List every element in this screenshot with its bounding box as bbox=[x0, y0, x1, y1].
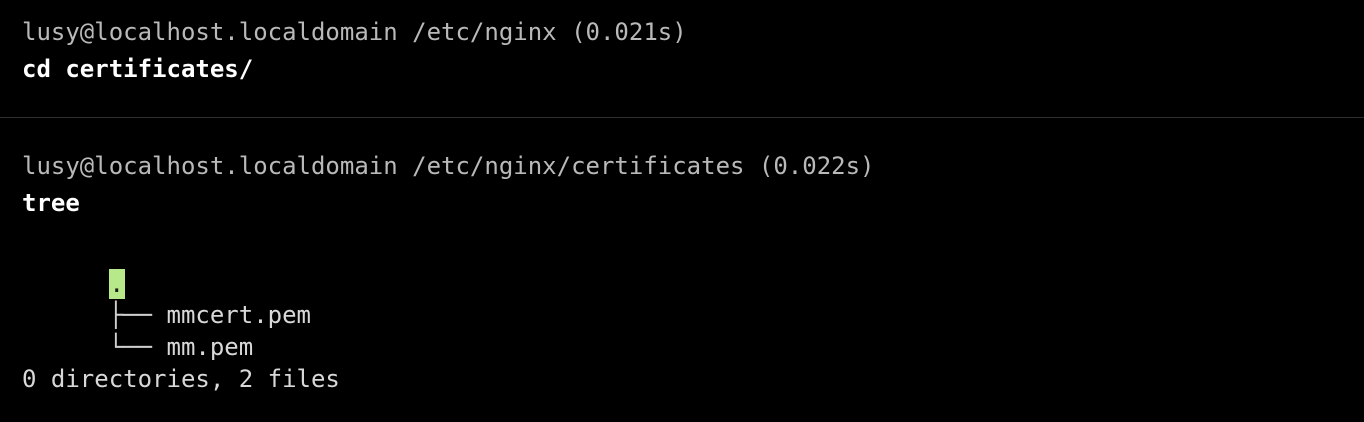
tree-root: . bbox=[22, 236, 125, 299]
prompt-line: lusy@localhost.localdomain /etc/nginx/ce… bbox=[22, 152, 875, 180]
command-block-1[interactable]: lusy@localhost.localdomain /etc/nginx (0… bbox=[0, 0, 1364, 117]
prompt-line: lusy@localhost.localdomain /etc/nginx (0… bbox=[22, 18, 687, 46]
file-name: mm.pem bbox=[166, 333, 254, 361]
tree-entry: ├── mmcert.pem bbox=[22, 267, 311, 329]
tree-summary: 0 directories, 2 files bbox=[22, 365, 340, 393]
tree-branch-glyph: └── bbox=[108, 333, 167, 361]
command-text: cd certificates/ bbox=[22, 55, 254, 83]
command-text: tree bbox=[22, 189, 80, 217]
command-block-2[interactable]: lusy@localhost.localdomain /etc/nginx/ce… bbox=[0, 118, 1364, 422]
tree-entry: └── mm.pem bbox=[22, 299, 254, 361]
